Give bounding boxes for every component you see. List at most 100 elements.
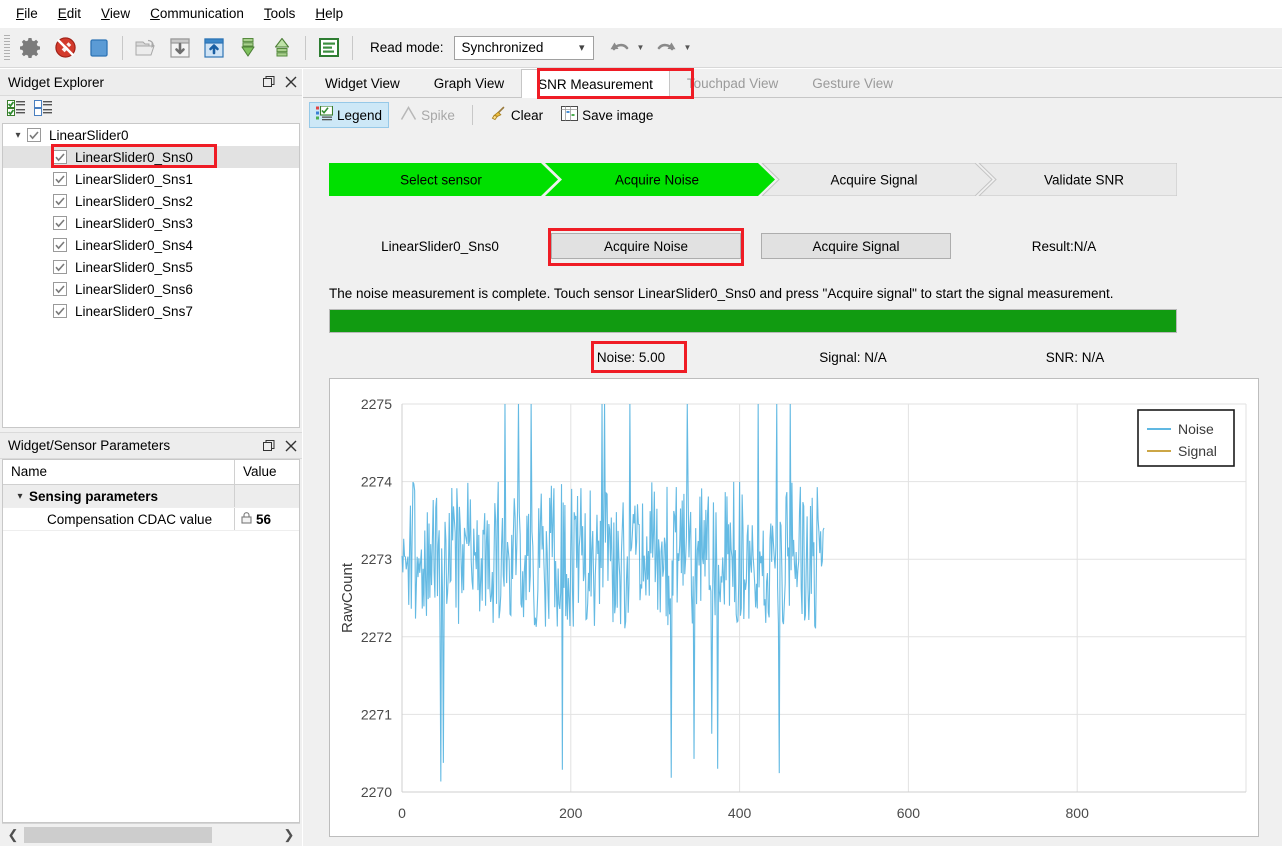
tree-row-sns5[interactable]: LinearSlider0_Sns5 — [3, 256, 299, 278]
ytick-label: 2275 — [361, 396, 392, 412]
menu-item-file[interactable]: File — [6, 2, 48, 25]
noise-metric-value: 5.00 — [638, 349, 666, 365]
view-tabbar: Widget View Graph View SNR Measurement T… — [303, 69, 1282, 98]
check-all-icon[interactable] — [7, 99, 26, 120]
close-icon[interactable] — [280, 71, 302, 93]
ytick-label: 2272 — [361, 629, 392, 645]
left-pane-hscrollbar[interactable]: ❮ ❯ — [2, 823, 300, 845]
legend-button[interactable]: Legend — [309, 102, 390, 128]
xtick-label: 200 — [559, 805, 583, 821]
read-mode-select[interactable]: Synchronized ▾ — [453, 35, 594, 60]
selected-sensor-label: LinearSlider0_Sns0 — [381, 238, 499, 254]
scroll-right-icon[interactable]: ❯ — [278, 827, 300, 843]
tree-label-sns0: LinearSlider0_Sns0 — [75, 149, 193, 165]
group-caret-icon[interactable]: ▾ — [11, 491, 29, 502]
uncheck-all-icon[interactable] — [34, 99, 53, 120]
menu-item-view[interactable]: View — [91, 2, 140, 25]
save-image-icon — [561, 106, 579, 124]
save-image-button[interactable]: Save image — [554, 102, 660, 128]
broom-icon — [490, 106, 507, 124]
ytick-label: 2270 — [361, 784, 392, 800]
column-header-value: Value — [243, 464, 277, 479]
undo-dropdown-arrow[interactable]: ▼ — [637, 43, 645, 52]
tree-label-sns7: LinearSlider0_Sns7 — [75, 303, 193, 319]
checkbox-sns0[interactable] — [53, 150, 67, 164]
snr-chart[interactable]: 2270 2271 2272 2273 2274 2275 0 200 400 600 800 Raw… — [329, 378, 1259, 837]
xtick-label: 0 — [398, 805, 406, 821]
params-grid[interactable]: Name Value ▾ Sensing parameters Compensa… — [2, 459, 300, 823]
widget-explorer-header: Widget Explorer — [0, 69, 302, 96]
legend-label: Signal — [1178, 443, 1217, 459]
tab-snr-measurement[interactable]: SNR Measurement — [521, 69, 670, 98]
gear-icon[interactable] — [15, 32, 47, 64]
widget-tree[interactable]: ▾ LinearSlider0 LinearSlider0_Sns0 Linea… — [2, 123, 300, 428]
xtick-label: 400 — [728, 805, 752, 821]
hscroll-track[interactable] — [24, 826, 278, 843]
menu-item-tools[interactable]: Tools — [254, 2, 306, 25]
params-close-icon[interactable] — [280, 435, 302, 457]
tree-row-sns1[interactable]: LinearSlider0_Sns1 — [3, 168, 299, 190]
tree-label-sns1: LinearSlider0_Sns1 — [75, 171, 193, 187]
plot-background — [402, 404, 1246, 792]
tab-label-graph-view: Graph View — [433, 76, 505, 91]
checkbox-sns1[interactable] — [53, 172, 67, 186]
acquire-noise-button[interactable]: Acquire Noise — [551, 233, 741, 259]
tree-row-sns4[interactable]: LinearSlider0_Sns4 — [3, 234, 299, 256]
redo-icon[interactable] — [650, 32, 682, 64]
params-float-icon[interactable] — [258, 435, 280, 457]
tab-gesture-view: Gesture View — [795, 69, 911, 97]
spike-button-label: Spike — [421, 107, 455, 123]
float-icon[interactable] — [258, 71, 280, 93]
legend-label: Noise — [1178, 421, 1214, 437]
legend-button-label: Legend — [337, 107, 383, 123]
params-group-row[interactable]: ▾ Sensing parameters — [3, 485, 299, 508]
tab-widget-view[interactable]: Widget View — [308, 69, 417, 97]
clear-button[interactable]: Clear — [483, 102, 550, 128]
download-icon[interactable] — [164, 32, 196, 64]
snr-metric-value: N/A — [1081, 349, 1105, 365]
read-all-icon[interactable] — [232, 32, 264, 64]
read-mode-label: Read mode: — [370, 40, 444, 55]
scroll-left-icon[interactable]: ❮ — [2, 827, 24, 843]
log-icon[interactable] — [313, 32, 345, 64]
params-row-cdac[interactable]: Compensation CDAC value 56 — [3, 508, 299, 531]
wizard-step-4-label: Validate SNR — [1044, 173, 1124, 188]
progress-bar-fill — [330, 310, 1176, 332]
checkbox-sns2[interactable] — [53, 194, 67, 208]
tab-label-gesture-view: Gesture View — [812, 76, 894, 91]
checkbox-sns7[interactable] — [53, 304, 67, 318]
write-all-icon[interactable] — [266, 32, 298, 64]
open-project-icon — [130, 32, 162, 64]
tree-row-root[interactable]: ▾ LinearSlider0 — [3, 124, 299, 146]
redo-dropdown-arrow[interactable]: ▼ — [683, 43, 691, 52]
expand-caret-icon[interactable]: ▾ — [9, 130, 27, 141]
undo-icon[interactable] — [604, 32, 636, 64]
checkbox-sns5[interactable] — [53, 260, 67, 274]
chart-canvas[interactable]: 2270 2271 2272 2273 2274 2275 0 200 400 600 800 Raw… — [330, 379, 1258, 836]
hscroll-thumb[interactable] — [24, 826, 212, 843]
tree-row-sns7[interactable]: LinearSlider0_Sns7 — [3, 300, 299, 322]
checkbox-root[interactable] — [27, 128, 41, 142]
xtick-label: 600 — [897, 805, 921, 821]
acquire-signal-button[interactable]: Acquire Signal — [761, 233, 951, 259]
checkbox-sns4[interactable] — [53, 238, 67, 252]
checkbox-sns6[interactable] — [53, 282, 67, 296]
tree-row-sns3[interactable]: LinearSlider0_Sns3 — [3, 212, 299, 234]
disconnect-icon[interactable] — [49, 32, 81, 64]
acquire-signal-button-label: Acquire Signal — [812, 238, 900, 254]
stop-icon[interactable] — [83, 32, 115, 64]
tree-label-sns6: LinearSlider0_Sns6 — [75, 281, 193, 297]
menu-item-communication[interactable]: Communication — [140, 2, 254, 25]
menu-item-edit[interactable]: Edit — [48, 2, 91, 25]
tree-row-sns2[interactable]: LinearSlider0_Sns2 — [3, 190, 299, 212]
tree-row-sns0[interactable]: LinearSlider0_Sns0 — [3, 146, 299, 168]
menu-item-help[interactable]: Help — [305, 2, 353, 25]
snr-view-toolbar: Legend Spike Clear Save image — [303, 98, 1282, 132]
upload-icon[interactable] — [198, 32, 230, 64]
params-grid-header: Name Value — [3, 460, 299, 485]
checkbox-sns3[interactable] — [53, 216, 67, 230]
tree-row-sns6[interactable]: LinearSlider0_Sns6 — [3, 278, 299, 300]
tab-graph-view[interactable]: Graph View — [416, 69, 522, 97]
params-panel-title: Widget/Sensor Parameters — [8, 438, 171, 453]
toolbar-grip[interactable] — [4, 34, 10, 61]
